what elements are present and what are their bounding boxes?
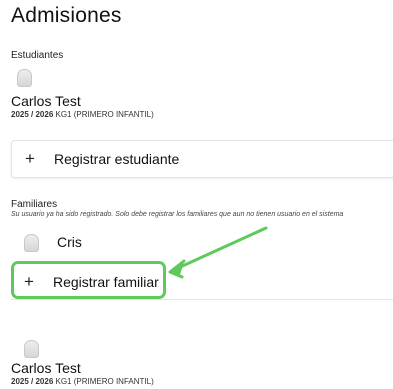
enrollment-grade: KG1 (PRIMERO INFANTIL)	[55, 377, 154, 386]
enrollment-year: 2025 / 2026	[11, 377, 54, 386]
avatar	[24, 340, 39, 358]
student-name[interactable]: Carlos Test	[11, 360, 81, 376]
annotation-arrow-icon	[168, 226, 268, 279]
student-enrollment: 2025 / 2026 KG1 (PRIMERO INFANTIL)	[11, 377, 154, 386]
